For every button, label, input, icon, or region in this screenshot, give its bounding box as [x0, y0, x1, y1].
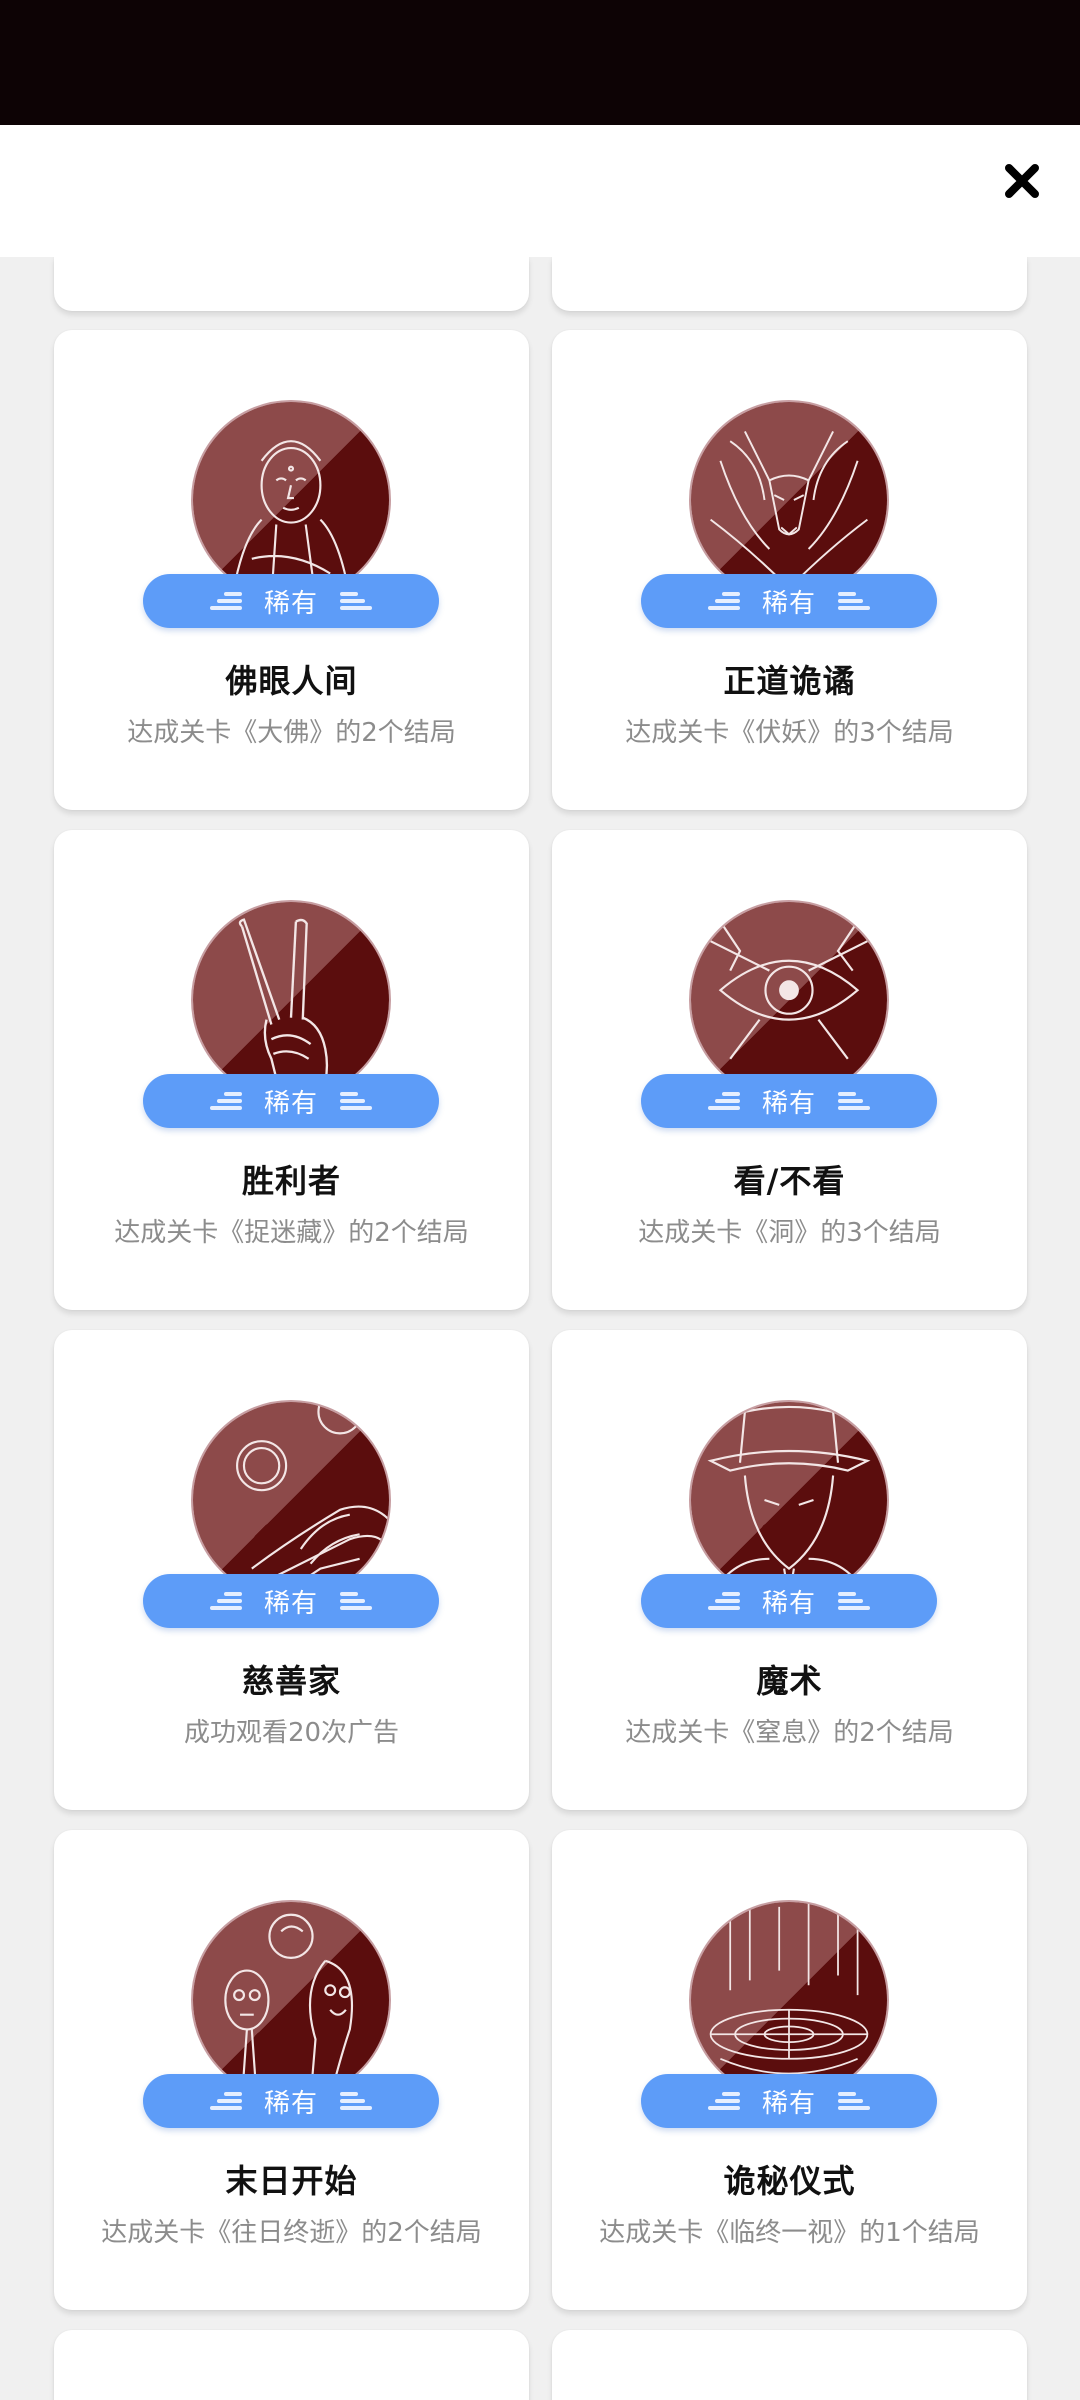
achievement-title: 佛眼人间 — [225, 662, 358, 700]
achievement-art-victory-hand — [191, 900, 391, 1100]
achievement-card[interactable]: 稀有 魔术 达成关卡《窒息》的2个结局 — [552, 1330, 1027, 1810]
rarity-badge: 稀有 — [143, 1074, 439, 1128]
achievement-title: 魔术 — [756, 1662, 823, 1700]
rarity-label: 稀有 — [761, 588, 816, 619]
rarity-badge: 稀有 — [641, 1574, 937, 1628]
close-icon — [1005, 164, 1039, 198]
achievement-title: 胜利者 — [241, 1162, 341, 1200]
achievement-art-magician — [689, 1400, 889, 1600]
achievement-art-buddha — [191, 400, 391, 600]
rarity-label: 稀有 — [263, 2088, 318, 2119]
badge-decoration-right — [340, 1592, 372, 1610]
badge-decoration-left — [209, 2092, 242, 2110]
rarity-badge: 稀有 — [143, 1574, 439, 1628]
achievement-card-partial[interactable] — [54, 257, 529, 311]
achievement-description: 达成关卡《临终一视》的1个结局 — [599, 2218, 980, 2248]
badge-decoration-right — [340, 1092, 372, 1110]
achievement-card[interactable]: 稀有 慈善家 成功观看20次广告 — [54, 1330, 529, 1810]
achievement-card-partial[interactable] — [552, 257, 1027, 311]
achievement-description: 达成关卡《大佛》的2个结局 — [127, 718, 456, 748]
achievement-title: 看/不看 — [733, 1162, 846, 1200]
achievement-description: 达成关卡《洞》的3个结局 — [638, 1218, 941, 1248]
achievement-description: 达成关卡《捉迷藏》的2个结局 — [114, 1218, 469, 1248]
achievement-card[interactable]: 稀有 胜利者 达成关卡《捉迷藏》的2个结局 — [54, 830, 529, 1310]
badge-decoration-left — [209, 1592, 242, 1610]
achievement-card[interactable]: 稀有 佛眼人间 达成关卡《大佛》的2个结局 — [54, 330, 529, 810]
achievement-art-ritual — [689, 1900, 889, 2100]
badge-decoration-left — [707, 2092, 740, 2110]
close-button[interactable] — [986, 145, 1058, 217]
achievement-description: 达成关卡《伏妖》的3个结局 — [625, 718, 954, 748]
status-bar — [0, 0, 1080, 125]
rarity-label: 稀有 — [263, 1088, 318, 1119]
achievement-art-fox — [689, 400, 889, 600]
rarity-label: 稀有 — [761, 1588, 816, 1619]
achievement-art-eye — [689, 900, 889, 1100]
badge-decoration-right — [838, 1092, 870, 1110]
achievement-card[interactable]: 稀有 诡秘仪式 达成关卡《临终一视》的1个结局 — [552, 1830, 1027, 2310]
achievement-description: 达成关卡《窒息》的2个结局 — [625, 1718, 954, 1748]
achievement-title: 慈善家 — [241, 1662, 341, 1700]
badge-decoration-right — [838, 592, 870, 610]
achievement-art-ghouls — [191, 1900, 391, 2100]
rarity-badge: 稀有 — [143, 2074, 439, 2128]
rarity-label: 稀有 — [263, 588, 318, 619]
achievement-art-coins-hand — [191, 1400, 391, 1600]
badge-decoration-left — [707, 1592, 740, 1610]
rarity-badge: 稀有 — [641, 1074, 937, 1128]
achievement-card[interactable]: 稀有 看/不看 达成关卡《洞》的3个结局 — [552, 830, 1027, 1310]
achievement-title: 诡秘仪式 — [723, 2162, 856, 2200]
achievement-card-partial[interactable] — [552, 2330, 1027, 2400]
badge-decoration-right — [340, 592, 372, 610]
badge-decoration-left — [707, 1092, 740, 1110]
badge-decoration-right — [340, 2092, 372, 2110]
achievement-description: 成功观看20次广告 — [183, 1718, 400, 1748]
rarity-label: 稀有 — [263, 1588, 318, 1619]
achievement-title: 末日开始 — [225, 2162, 358, 2200]
dialog-header — [0, 125, 1080, 257]
badge-decoration-left — [209, 1092, 242, 1110]
achievement-title: 正道诡谲 — [723, 662, 856, 700]
rarity-label: 稀有 — [761, 1088, 816, 1119]
achievement-card-partial[interactable] — [54, 2330, 529, 2400]
badge-decoration-right — [838, 2092, 870, 2110]
achievement-card[interactable]: 稀有 正道诡谲 达成关卡《伏妖》的3个结局 — [552, 330, 1027, 810]
badge-decoration-right — [838, 1592, 870, 1610]
achievement-description: 达成关卡《往日终逝》的2个结局 — [101, 2218, 482, 2248]
achievement-grid[interactable]: 稀有 佛眼人间 达成关卡《大佛》的2个结局 稀有 正道诡谲 达成关卡《伏妖》的3… — [30, 257, 1050, 2400]
achievement-card[interactable]: 稀有 末日开始 达成关卡《往日终逝》的2个结局 — [54, 1830, 529, 2310]
badge-decoration-left — [209, 592, 242, 610]
rarity-badge: 稀有 — [143, 574, 439, 628]
rarity-badge: 稀有 — [641, 2074, 937, 2128]
rarity-badge: 稀有 — [641, 574, 937, 628]
badge-decoration-left — [707, 592, 740, 610]
rarity-label: 稀有 — [761, 2088, 816, 2119]
